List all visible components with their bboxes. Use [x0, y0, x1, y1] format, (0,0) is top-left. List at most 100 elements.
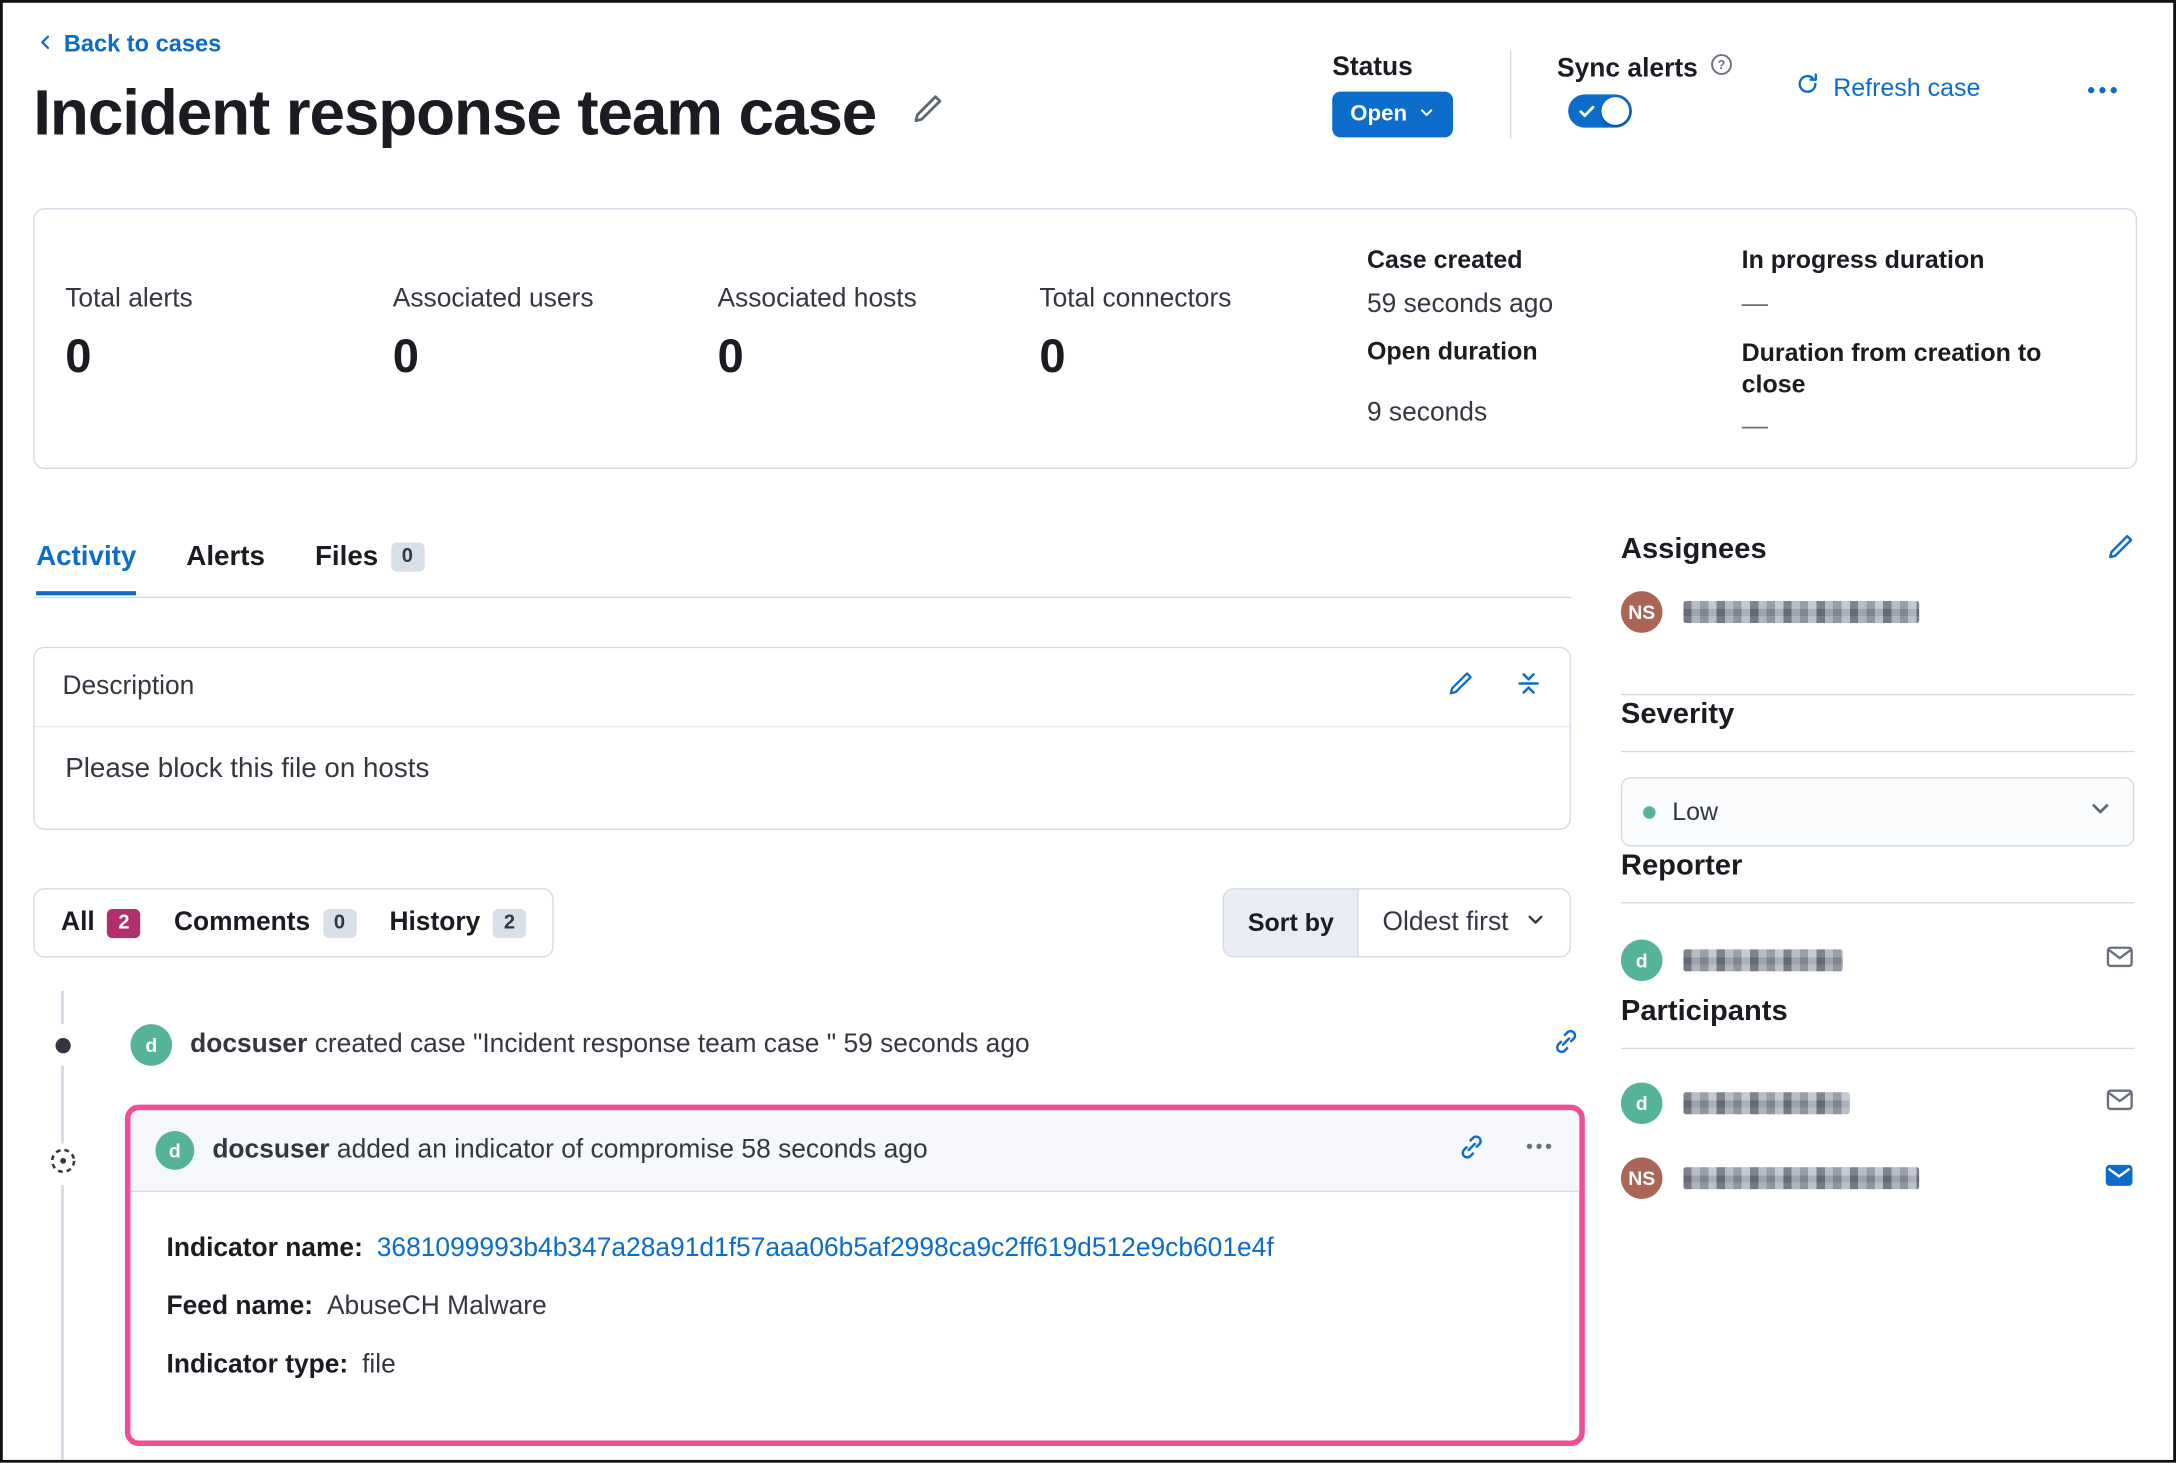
pencil-icon — [2107, 534, 2135, 566]
in-progress-duration-label: In progress duration — [1741, 245, 1985, 274]
indicator-name-row: Indicator name: 3681099993b4b347a28a91d1… — [167, 1234, 1544, 1265]
link-icon — [1459, 1134, 1485, 1166]
participants-title: Participants — [1620, 995, 1788, 1027]
timeline-event-indicator-highlighted: d docsuser added an indicator of comprom… — [124, 1104, 1585, 1447]
envelope-icon — [2105, 1089, 2134, 1120]
stat-total-connectors: Total connectors 0 — [1039, 284, 1231, 384]
filter-comments-count-badge: 0 — [322, 908, 357, 938]
assignees-title: Assignees — [1620, 532, 1767, 565]
filter-comments[interactable]: Comments 0 — [173, 907, 357, 939]
tab-label: Files — [314, 541, 379, 572]
stat-total-alerts: Total alerts 0 — [65, 284, 193, 384]
stat-associated-hosts: Associated hosts 0 — [717, 284, 916, 384]
status-dropdown-button[interactable]: Open — [1332, 91, 1453, 138]
envelope-filled-icon — [2104, 1164, 2135, 1196]
dot-icon — [54, 1037, 71, 1053]
edit-description-button[interactable] — [1447, 670, 1473, 703]
severity-select[interactable]: Low — [1620, 777, 2135, 847]
indicator-details: Indicator name: 3681099993b4b347a28a91d1… — [130, 1192, 1579, 1381]
filter-label: Comments — [173, 907, 311, 937]
target-icon — [48, 1146, 77, 1182]
files-count-badge: 0 — [390, 542, 425, 572]
stat-label: Associated hosts — [717, 284, 917, 314]
collapse-description-button[interactable] — [1515, 670, 1541, 703]
creation-to-close-label: Duration from creation to close — [1741, 338, 2042, 399]
header-divider — [1509, 49, 1512, 139]
edit-assignees-button[interactable] — [2107, 532, 2135, 567]
stat-value: 0 — [717, 330, 744, 384]
field-label: Indicator name: — [166, 1233, 363, 1263]
case-created-value: 59 seconds ago — [1366, 290, 1554, 320]
filter-all[interactable]: All 2 — [61, 908, 141, 939]
svg-text:?: ? — [1718, 58, 1726, 72]
refresh-case-label: Refresh case — [1833, 72, 1981, 101]
copy-link-button[interactable] — [1553, 1028, 1579, 1063]
stat-label: Total connectors — [1039, 284, 1232, 314]
help-icon[interactable]: ? — [1710, 53, 1734, 85]
reporter-row: d — [1620, 928, 2134, 992]
envelope-icon — [2105, 946, 2134, 977]
filter-history[interactable]: History 2 — [389, 907, 527, 939]
filter-label: All — [61, 907, 95, 937]
avatar: d — [1620, 1082, 1663, 1125]
case-created-label: Case created — [1366, 245, 1523, 274]
activity-filter-bar: All 2 Comments 0 History 2 Sort by Oldes… — [33, 888, 1571, 960]
email-user-button[interactable] — [2104, 1159, 2135, 1196]
tab-label: Alerts — [186, 541, 265, 572]
email-user-button[interactable] — [2105, 1085, 2134, 1121]
stat-value: 0 — [1039, 330, 1066, 384]
back-to-cases-link[interactable]: Back to cases — [36, 31, 221, 59]
field-value: AbuseCH Malware — [326, 1291, 547, 1322]
refresh-icon — [1796, 72, 1820, 103]
copy-link-button[interactable] — [1459, 1133, 1485, 1168]
event-actions-menu-button[interactable] — [1524, 1131, 1555, 1170]
back-to-cases-label: Back to cases — [63, 30, 222, 57]
case-tabs: Activity Alerts Files 0 — [36, 541, 425, 596]
chevron-left-icon — [36, 31, 54, 59]
field-label: Indicator type: — [166, 1350, 349, 1380]
indicator-event-header: d docsuser added an indicator of comprom… — [130, 1110, 1580, 1193]
creation-to-close-value: — — [1741, 412, 1768, 442]
pencil-icon — [1447, 672, 1473, 703]
check-icon — [1578, 103, 1596, 128]
section-divider — [1620, 750, 2135, 753]
severity-title: Severity — [1620, 698, 1735, 730]
section-divider — [1620, 902, 2135, 904]
sort-control: Sort by Oldest first — [1222, 888, 1571, 958]
refresh-case-button[interactable]: Refresh case — [1796, 72, 1981, 103]
status-label: Status — [1332, 52, 1413, 82]
section-divider — [1620, 1047, 2135, 1050]
avatar: d — [1620, 939, 1663, 982]
sync-alerts-label: Sync alerts — [1557, 53, 1698, 83]
tab-files[interactable]: Files 0 — [314, 541, 425, 595]
sort-order-dropdown[interactable]: Oldest first — [1359, 890, 1570, 957]
event-text: docsuser added an indicator of compromis… — [212, 1135, 927, 1166]
avatar: NS — [1620, 1157, 1663, 1200]
description-panel: Description Please block this file on ho… — [33, 646, 1571, 830]
tab-alerts[interactable]: Alerts — [186, 541, 265, 595]
event-text: docsuser created case "Incident response… — [190, 1030, 1030, 1061]
indicator-name-link[interactable]: 3681099993b4b347a28a91d1f57aaa06b5af2998… — [377, 1234, 1274, 1265]
ellipsis-icon — [1524, 1139, 1555, 1168]
severity-low-dot-icon — [1643, 805, 1656, 819]
sort-order-value: Oldest first — [1382, 907, 1509, 937]
event-username: docsuser — [212, 1135, 330, 1165]
case-actions-menu-button[interactable] — [2084, 72, 2120, 115]
ellipsis-icon — [2084, 87, 2120, 114]
chevron-down-icon — [2089, 797, 2113, 828]
redacted-username — [1683, 1092, 1850, 1115]
tab-activity[interactable]: Activity — [36, 541, 137, 596]
sync-alerts-toggle[interactable] — [1568, 94, 1632, 128]
participant-row: d — [1620, 1071, 2134, 1135]
edit-title-button[interactable] — [912, 93, 944, 132]
feed-name-row: Feed name: AbuseCH Malware — [167, 1292, 1544, 1323]
link-icon — [1553, 1029, 1579, 1061]
status-value: Open — [1350, 101, 1408, 126]
description-body: Please block this file on hosts — [65, 753, 430, 785]
filter-label: History — [389, 907, 481, 937]
email-user-button[interactable] — [2105, 942, 2134, 978]
tabs-divider — [33, 596, 1571, 599]
timeline-event-created: d docsuser created case "Incident respon… — [130, 1016, 1579, 1074]
open-duration-label: Open duration — [1366, 337, 1538, 365]
open-duration-value: 9 seconds — [1366, 398, 1488, 428]
